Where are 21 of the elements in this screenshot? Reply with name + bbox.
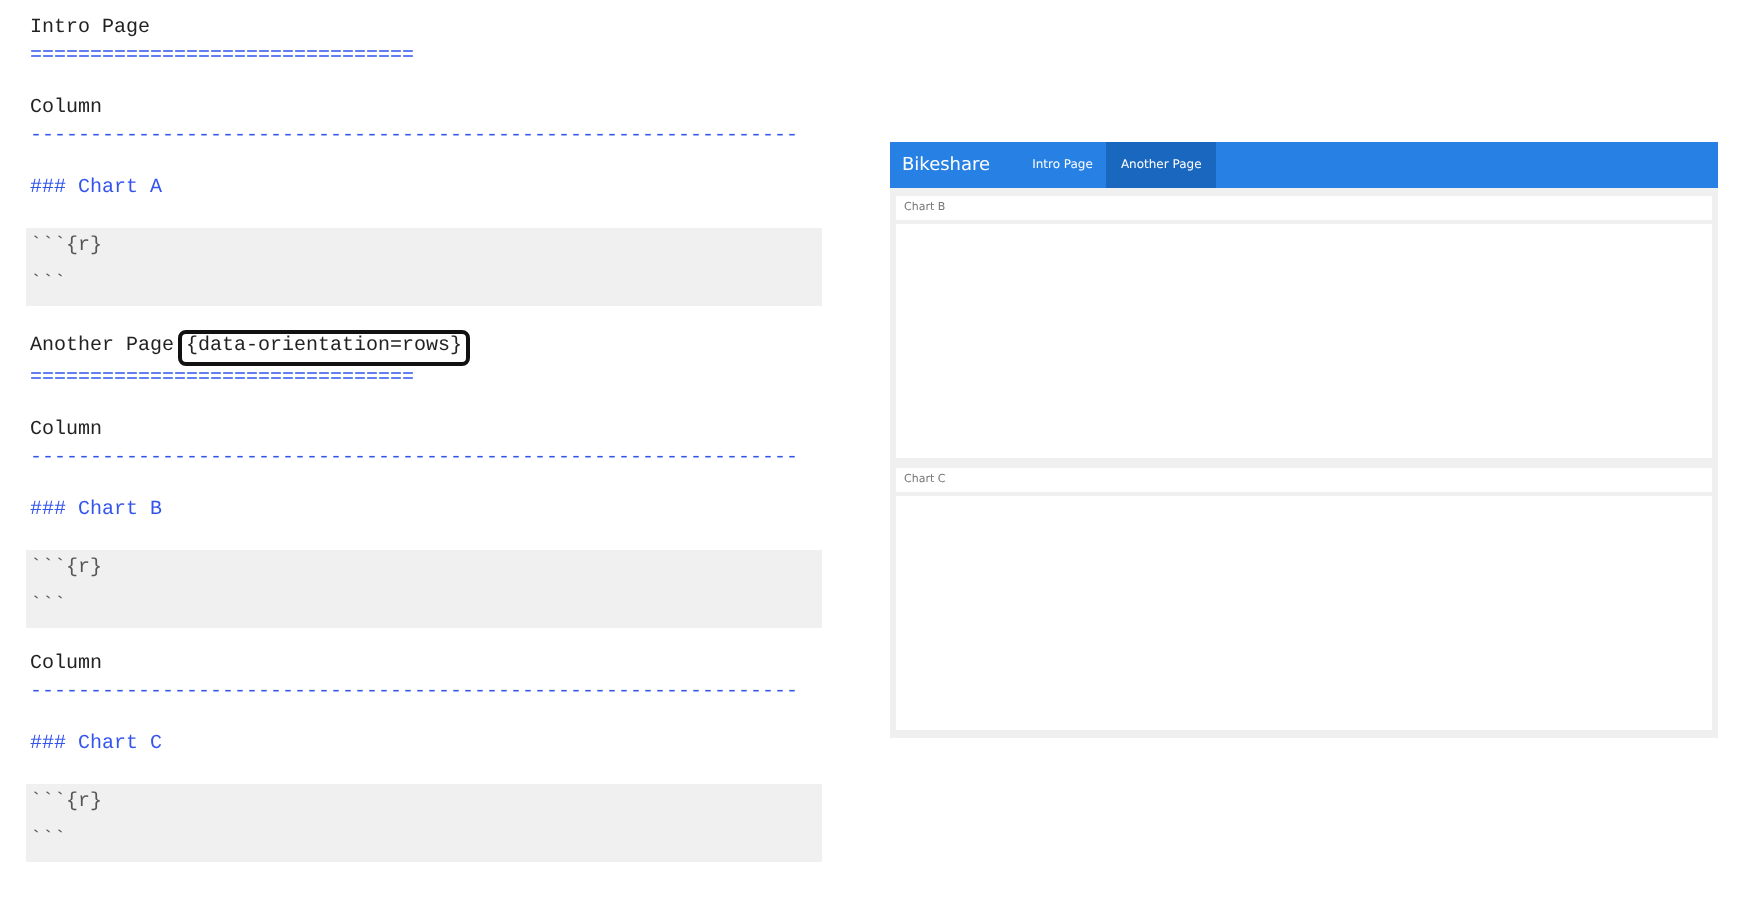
column-heading-text: Column [28,652,105,680]
page-heading-text: Another Page [30,334,175,362]
chart-heading-text: ### Chart B [28,498,165,526]
column-underline: ---------------------------------------------------------------- [28,124,801,152]
column-heading-text: Column [28,418,105,446]
code-line: ``` [30,272,69,301]
column-underline: ---------------------------------------------------------------- [28,680,801,708]
chart-heading-text: ### Chart C [28,732,165,760]
code-line: ```{r} [30,555,105,584]
code-line: ```{r} [30,233,105,262]
attribute-text: {data-orientation=rows} [178,330,471,366]
chart-heading-text: ### Chart A [28,176,165,204]
code-line: ``` [30,594,69,623]
page-heading-text: Intro Page [28,16,153,44]
code-line: ```{r} [30,789,105,818]
column-underline: ---------------------------------------------------------------- [28,446,801,474]
heading-underline: ================================ [28,366,417,394]
heading-underline: ================================ [28,44,417,72]
brand-title: Bikeshare [900,153,993,179]
column-heading-text: Column [28,96,105,124]
code-line: ``` [30,828,69,857]
